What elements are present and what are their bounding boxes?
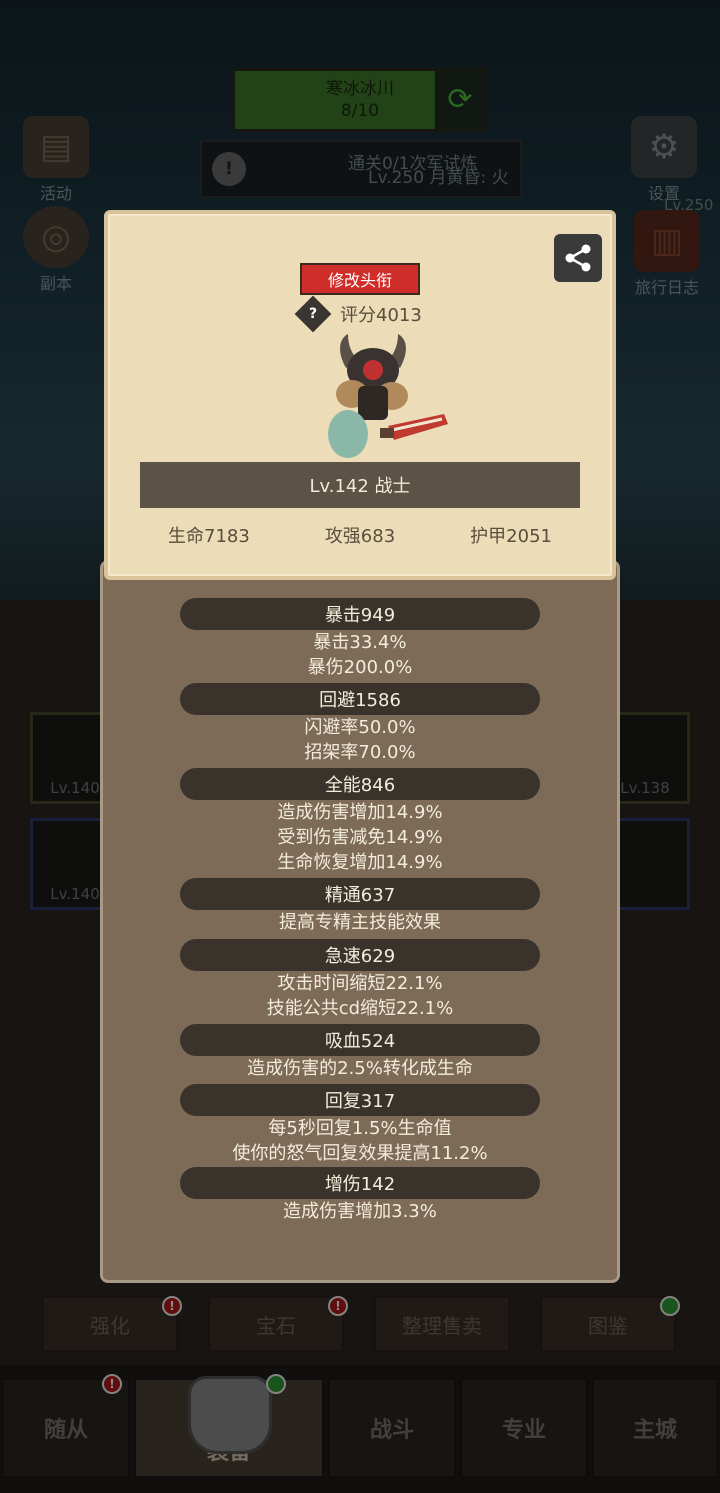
stat-band-leech: 吸血524 <box>180 1024 540 1056</box>
stat-band-mastery: 精通637 <box>180 878 540 910</box>
stat-line: 造成伤害增加14.9% <box>277 802 443 823</box>
stat-line: 提高专精主技能效果 <box>279 912 441 933</box>
stat-band-versatility: 全能846 <box>180 768 540 800</box>
change-title-button[interactable]: 修改头衔 <box>300 263 420 295</box>
hero-name-band: Lv.142 战士 <box>140 462 580 508</box>
stat-title: 急速629 <box>324 946 396 967</box>
stat-line: 暴击33.4% <box>313 632 407 653</box>
stat-band-haste: 急速629 <box>180 939 540 971</box>
warrior-avatar <box>328 334 448 458</box>
stat-line: 招架率70.0% <box>304 742 416 763</box>
score-value: 评分4013 <box>340 305 422 326</box>
stat-line: 造成伤害增加3.3% <box>283 1201 437 1222</box>
stat-band-crit: 暴击949 <box>180 598 540 630</box>
stat-attack: 攻强683 <box>324 526 396 547</box>
stat-line: 生命恢复增加14.9% <box>277 852 443 873</box>
stat-title: 回避1586 <box>319 690 401 711</box>
stat-line: 受到伤害减免14.9% <box>277 827 443 848</box>
share-button[interactable] <box>554 234 602 282</box>
help-glyph: ? <box>308 306 318 322</box>
stat-title: 增伤142 <box>324 1174 396 1195</box>
stat-line: 每5秒回复1.5%生命值 <box>268 1118 452 1139</box>
stat-title: 精通637 <box>324 885 396 906</box>
stat-line: 暴伤200.0% <box>307 657 413 678</box>
stat-line: 技能公共cd缩短22.1% <box>266 998 454 1019</box>
stat-line: 攻击时间缩短22.1% <box>277 973 443 994</box>
score-row: ? 评分4013 <box>294 295 422 333</box>
hero-name: Lv.142 战士 <box>309 476 411 497</box>
share-icon <box>565 244 591 272</box>
stat-band-damage-bonus: 增伤142 <box>180 1167 540 1199</box>
stat-title: 吸血524 <box>324 1031 396 1052</box>
stat-title: 回复317 <box>324 1091 396 1112</box>
help-icon[interactable]: ? <box>294 295 332 333</box>
base-stats-row: 生命7183 攻强683 护甲2051 <box>140 522 580 556</box>
change-title-label: 修改头衔 <box>327 271 392 290</box>
stat-line: 闪避率50.0% <box>304 717 416 738</box>
stat-title: 全能846 <box>324 775 396 796</box>
stat-line: 使你的怒气回复效果提高11.2% <box>232 1143 488 1164</box>
stat-hp: 生命7183 <box>168 526 250 547</box>
stat-title: 暴击949 <box>324 605 396 626</box>
stat-line: 造成伤害的2.5%转化成生命 <box>247 1058 473 1079</box>
stat-armor: 护甲2051 <box>470 526 552 547</box>
stat-band-avoid: 回避1586 <box>180 683 540 715</box>
stat-band-regen: 回复317 <box>180 1084 540 1116</box>
